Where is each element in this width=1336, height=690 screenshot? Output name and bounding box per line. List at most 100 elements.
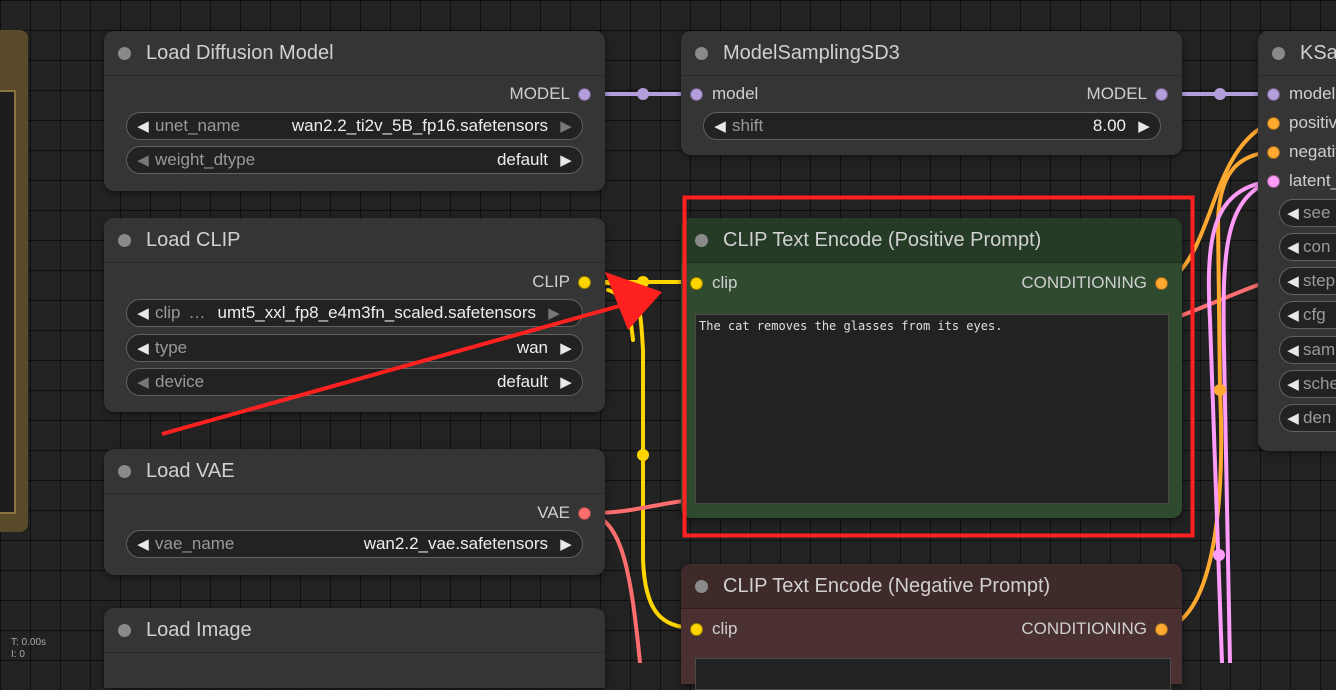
output-label: MODEL [509,84,570,103]
node-load-diffusion-model[interactable]: Load Diffusion Model MODEL ◀ unet_name w… [104,31,605,191]
collapse-dot-icon[interactable] [118,464,131,478]
node-title-text: Load Image [146,618,252,641]
output-slot-model[interactable]: MODEL [1087,83,1168,105]
widget-steps[interactable]: ◀ step [1279,267,1336,295]
input-slot-model[interactable]: model [1267,83,1335,105]
collapse-dot-icon[interactable] [118,46,131,60]
widget-label: step [1303,271,1336,290]
increment-arrow-icon[interactable]: ▶ [558,151,574,169]
node-clip-text-encode-positive[interactable]: CLIP Text Encode (Positive Prompt) clip … [681,218,1182,518]
output-dot-icon[interactable] [578,506,591,520]
stats-line2: I: 0 [11,649,25,660]
decrement-arrow-icon[interactable]: ◀ [1286,409,1300,427]
output-dot-icon[interactable] [578,87,591,101]
output-dot-icon[interactable] [1155,276,1168,290]
input-slot-model[interactable]: model [690,83,758,105]
decrement-arrow-icon[interactable]: ◀ [1286,306,1300,324]
input-dot-icon[interactable] [1267,145,1280,159]
prompt-textarea[interactable]: The cat removes the glasses from its eye… [695,314,1169,504]
decrement-arrow-icon[interactable]: ◀ [1286,204,1300,222]
node-title[interactable]: CLIP Text Encode (Negative Prompt) [681,564,1182,609]
decrement-arrow-icon[interactable]: ◀ [135,304,151,322]
input-label: positiv [1289,113,1336,132]
widget-unet-name[interactable]: ◀ unet_name wan2.2_ti2v_5B_fp16.safetens… [126,112,583,140]
decrement-arrow-icon[interactable]: ◀ [1286,238,1300,256]
widget-denoise[interactable]: ◀ den [1279,404,1336,432]
collapse-dot-icon[interactable] [118,623,131,637]
node-title[interactable]: CLIP Text Encode (Positive Prompt) [681,218,1182,263]
node-title[interactable]: Load VAE [104,449,605,494]
decrement-arrow-icon[interactable]: ◀ [712,117,728,135]
node-title[interactable]: Load Image [104,608,605,653]
widget-value: umt5_xxl_fp8_e4m3fn_scaled.safetensors [217,303,536,322]
input-slot-clip[interactable]: clip [690,272,738,294]
output-slot-clip[interactable]: CLIP [532,271,591,293]
node-load-image[interactable]: Load Image [104,608,605,688]
widget-type[interactable]: ◀ type wan ▶ [126,334,583,362]
increment-arrow-icon[interactable]: ▶ [1136,117,1152,135]
node-title[interactable]: Load Diffusion Model [104,31,605,76]
node-title[interactable]: Load CLIP [104,218,605,263]
output-slot-conditioning[interactable]: CONDITIONING [1021,618,1168,640]
increment-arrow-icon[interactable]: ▶ [546,304,562,322]
output-slot-model[interactable]: MODEL [510,83,591,105]
output-dot-icon[interactable] [1155,87,1168,101]
input-dot-icon[interactable] [1267,174,1280,188]
output-slot-vae[interactable]: VAE [537,502,591,524]
collapse-dot-icon[interactable] [118,233,131,247]
collapse-dot-icon[interactable] [695,233,708,247]
input-label: clip [712,619,738,638]
decrement-arrow-icon[interactable]: ◀ [135,373,151,391]
node-title-text: Load CLIP [146,228,241,251]
decrement-arrow-icon[interactable]: ◀ [1286,272,1300,290]
input-dot-icon[interactable] [690,622,703,636]
input-dot-icon[interactable] [690,87,703,101]
decrement-arrow-icon[interactable]: ◀ [1286,341,1300,359]
widget-scheduler[interactable]: ◀ sche [1279,370,1336,398]
widget-clip-name[interactable]: ◀ clip … umt5_xxl_fp8_e4m3fn_scaled.safe… [126,299,583,327]
input-label: model [712,84,759,103]
node-load-vae[interactable]: Load VAE VAE ◀ vae_name wan2.2_vae.safet… [104,449,605,575]
widget-sampler[interactable]: ◀ sam [1279,336,1336,364]
image-preview-node-partial[interactable] [0,30,28,532]
render-stats: T: 0.00s I: 0 [11,637,46,661]
widget-control[interactable]: ◀ con [1279,233,1336,261]
decrement-arrow-icon[interactable]: ◀ [135,117,151,135]
widget-label: vae_name [155,534,235,553]
node-ksampler[interactable]: KSa model positiv negativ latent_ ◀ see … [1258,31,1336,451]
input-label: clip [712,273,738,292]
increment-arrow-icon[interactable]: ▶ [558,373,574,391]
decrement-arrow-icon[interactable]: ◀ [135,339,151,357]
input-dot-icon[interactable] [1267,87,1280,101]
decrement-arrow-icon[interactable]: ◀ [135,151,151,169]
input-dot-icon[interactable] [1267,116,1280,130]
widget-shift[interactable]: ◀ shift 8.00 ▶ [703,112,1161,140]
input-slot-clip[interactable]: clip [690,618,738,640]
output-slot-conditioning[interactable]: CONDITIONING [1021,272,1168,294]
decrement-arrow-icon[interactable]: ◀ [1286,375,1300,393]
output-dot-icon[interactable] [1155,622,1168,636]
node-load-clip[interactable]: Load CLIP CLIP ◀ clip … umt5_xxl_fp8_e4m… [104,218,605,412]
collapse-dot-icon[interactable] [695,579,708,593]
collapse-dot-icon[interactable] [695,46,708,60]
widget-seed[interactable]: ◀ see [1279,199,1336,227]
node-model-sampling-sd3[interactable]: ModelSamplingSD3 model MODEL ◀ shift 8.0… [681,31,1182,155]
increment-arrow-icon[interactable]: ▶ [558,117,574,135]
increment-arrow-icon[interactable]: ▶ [558,339,574,357]
node-title-text: CLIP Text Encode (Negative Prompt) [723,574,1051,597]
node-title[interactable]: KSa [1258,31,1336,76]
decrement-arrow-icon[interactable]: ◀ [135,535,151,553]
widget-device[interactable]: ◀ device default ▶ [126,368,583,396]
collapse-dot-icon[interactable] [1272,46,1285,60]
input-slot-negative[interactable]: negativ [1267,141,1336,163]
widget-vae-name[interactable]: ◀ vae_name wan2.2_vae.safetensors ▶ [126,530,583,558]
widget-weight-dtype[interactable]: ◀ weight_dtype default ▶ [126,146,583,174]
widget-cfg[interactable]: ◀ cfg [1279,301,1336,329]
increment-arrow-icon[interactable]: ▶ [558,535,574,553]
input-slot-positive[interactable]: positiv [1267,112,1336,134]
node-title[interactable]: ModelSamplingSD3 [681,31,1182,76]
input-dot-icon[interactable] [690,276,703,290]
output-dot-icon[interactable] [578,275,591,289]
input-slot-latent[interactable]: latent_ [1267,170,1336,192]
node-clip-text-encode-negative[interactable]: CLIP Text Encode (Negative Prompt) clip … [681,564,1182,690]
